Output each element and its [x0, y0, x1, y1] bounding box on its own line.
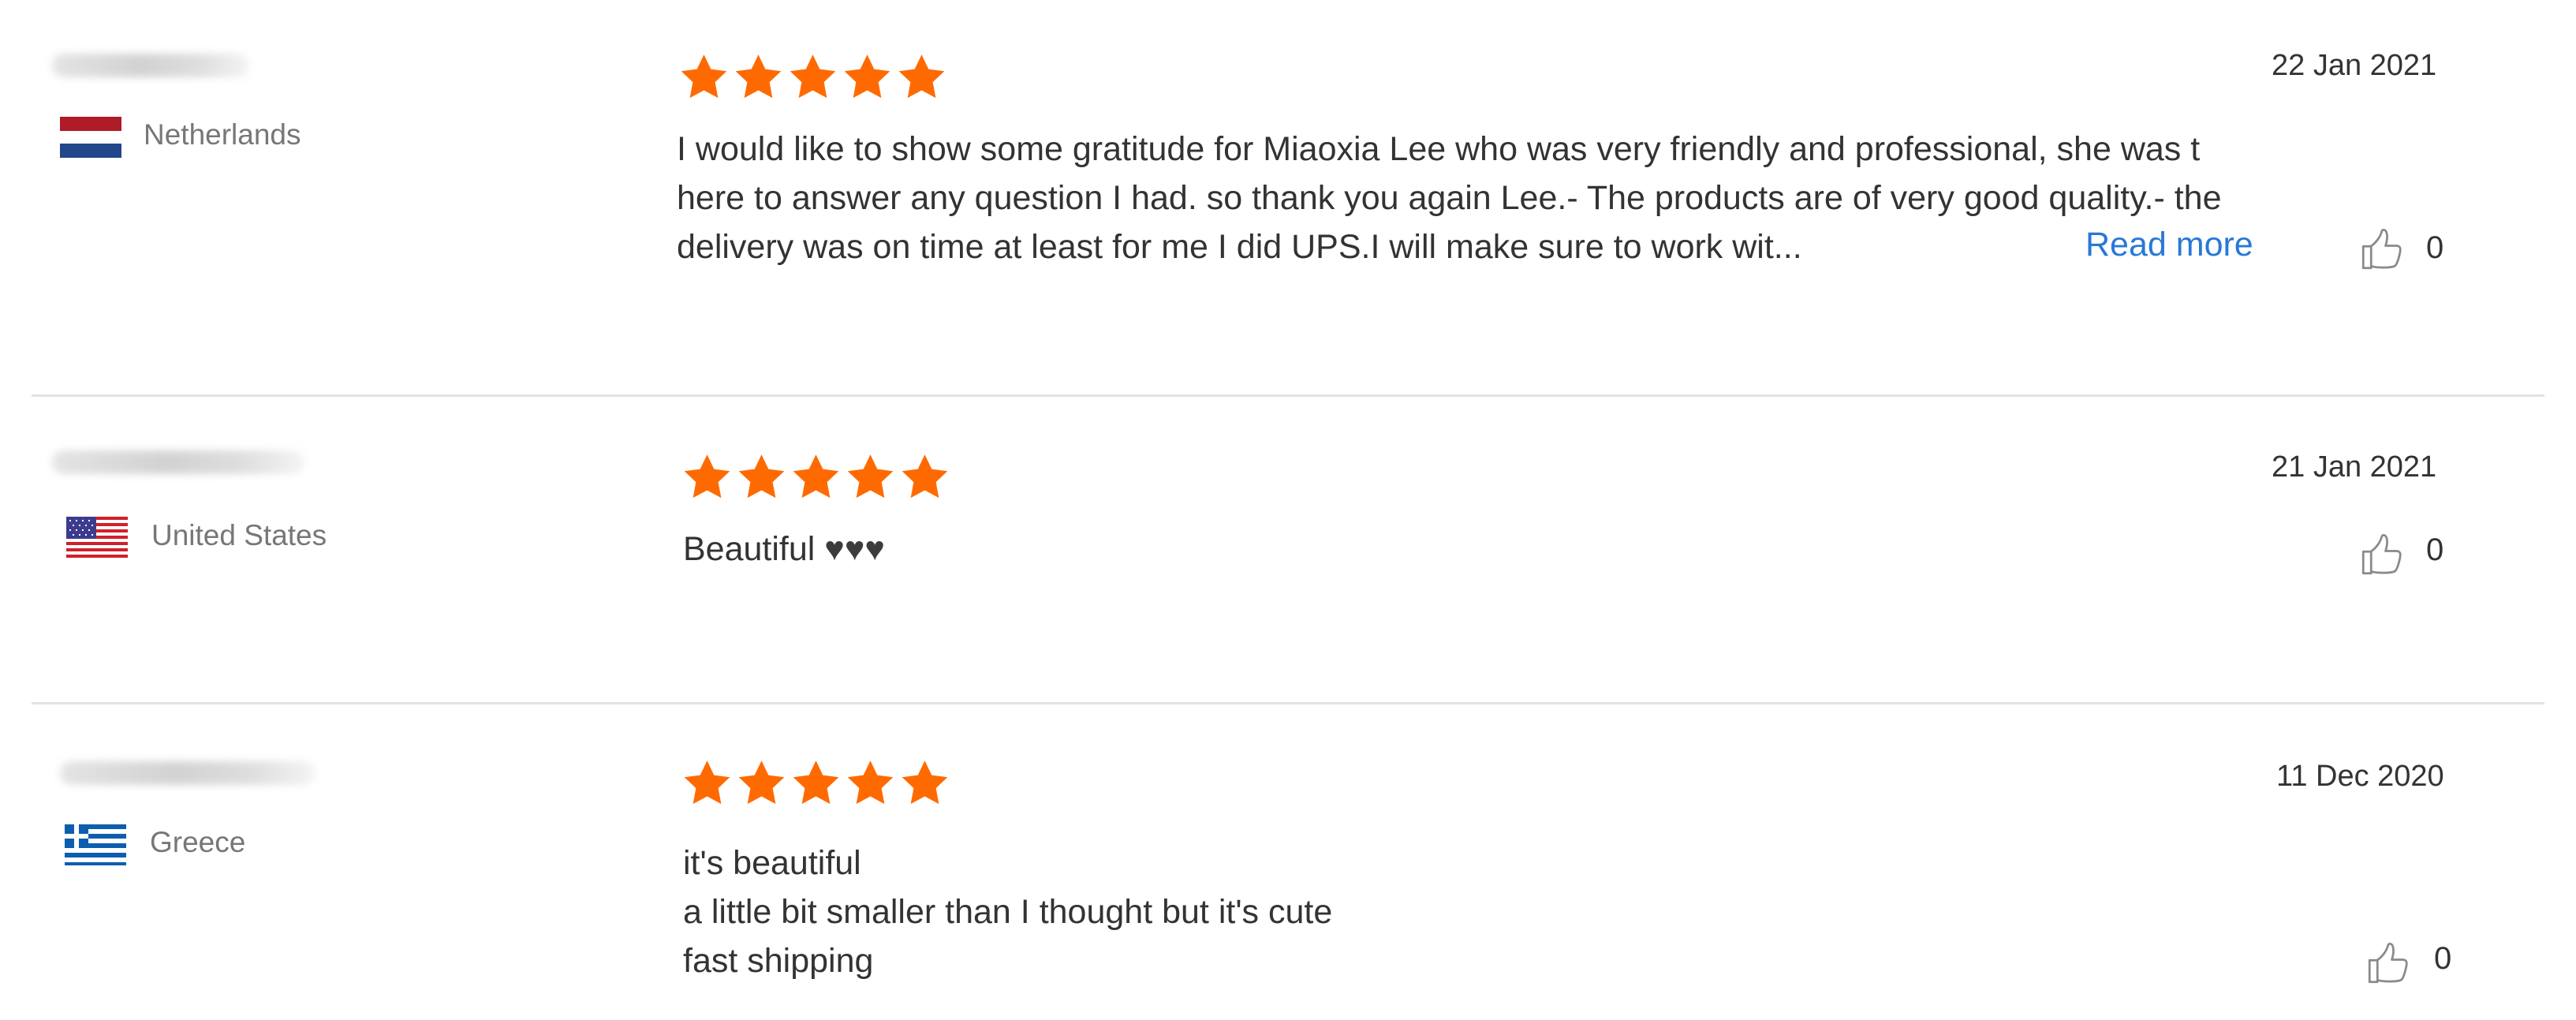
review-text-line: Beautiful ♥♥♥	[683, 525, 885, 574]
reviewer-name-blurred	[52, 54, 249, 77]
reviewer-country: Netherlands	[144, 118, 301, 151]
review-item: United States 21 Jan 2021 Beautiful ♥♥♥ …	[0, 397, 2576, 701]
star-icon	[894, 52, 949, 103]
star-icon	[898, 452, 952, 503]
star-rating	[677, 52, 949, 103]
star-icon	[789, 452, 843, 503]
star-icon	[677, 52, 731, 103]
review-item: Greece 11 Dec 2020 it's beautiful a litt…	[0, 704, 2576, 1020]
review-date: 21 Jan 2021	[2272, 450, 2437, 484]
hearts-emoji: ♥♥♥	[824, 530, 885, 568]
reviewer-name-blurred	[60, 761, 315, 785]
star-icon	[789, 758, 843, 809]
thumbs-up-icon[interactable]	[2358, 226, 2406, 273]
review-text-line: delivery was on time at least for me I d…	[677, 228, 1802, 266]
star-icon	[734, 452, 789, 503]
review-text-line: a little bit smaller than I thought but …	[683, 893, 1333, 931]
star-icon	[843, 452, 898, 503]
greece-flag-icon	[65, 824, 126, 865]
netherlands-flag-icon	[60, 117, 121, 158]
review-date: 11 Dec 2020	[2276, 760, 2444, 793]
read-more-link[interactable]: Read more	[2085, 226, 2253, 264]
review-date: 22 Jan 2021	[2272, 49, 2437, 82]
star-icon	[680, 758, 734, 809]
star-icon	[843, 758, 898, 809]
star-rating	[680, 452, 952, 503]
review-text-line: I would like to show some gratitude for …	[677, 130, 2201, 168]
review-text-line: it's beautiful	[683, 844, 861, 882]
thumbs-up-icon[interactable]	[2358, 531, 2406, 578]
star-icon	[680, 452, 734, 503]
like-count: 0	[2426, 230, 2444, 265]
star-icon	[734, 758, 789, 809]
reviewer-country: United States	[151, 519, 327, 551]
star-icon	[786, 52, 840, 103]
like-count: 0	[2426, 532, 2444, 567]
reviewer-name-blurred	[52, 450, 304, 474]
star-icon	[731, 52, 786, 103]
like-count: 0	[2434, 941, 2452, 976]
review-item: Netherlands 22 Jan 2021 I would like to …	[0, 0, 2576, 394]
star-icon	[898, 758, 952, 809]
star-rating	[680, 758, 952, 809]
thumbs-up-icon[interactable]	[2365, 940, 2412, 987]
star-icon	[840, 52, 894, 103]
review-text: Beautiful	[683, 530, 816, 568]
reviewer-country: Greece	[150, 826, 246, 858]
usa-flag-icon	[66, 517, 128, 558]
review-text-line: here to answer any question I had. so th…	[677, 179, 2222, 217]
review-text-line: fast shipping	[683, 942, 874, 980]
